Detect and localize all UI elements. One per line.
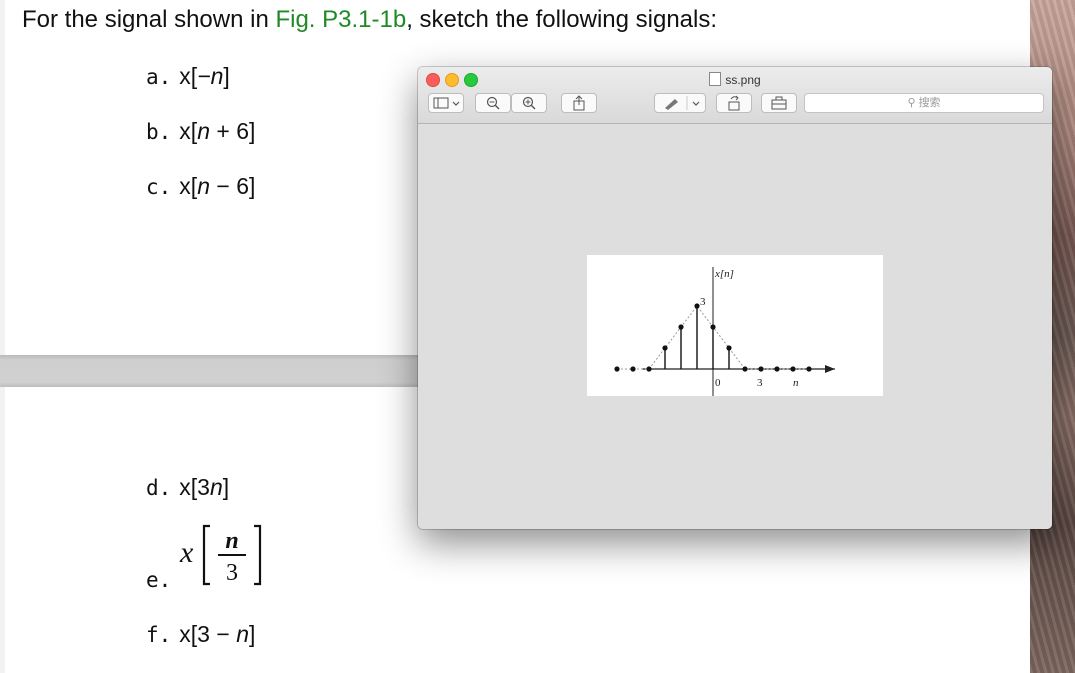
search-icon: ⚲ <box>907 97 919 109</box>
share-button[interactable] <box>561 93 597 113</box>
page-edge <box>0 0 5 673</box>
sample-point <box>806 366 812 372</box>
item-label: f. <box>146 623 172 647</box>
left-bracket <box>202 524 210 586</box>
sample-point <box>790 366 796 372</box>
item-c: c. x[n − 6] <box>146 173 255 200</box>
sample-point <box>630 366 636 372</box>
expr-part: x[ <box>179 63 198 89</box>
sidebar-toggle-button[interactable] <box>428 93 464 113</box>
sample-point <box>758 366 764 372</box>
search-placeholder: 搜索 <box>918 97 941 109</box>
expr-part: x[3 <box>179 474 210 500</box>
sample-point <box>678 324 684 330</box>
item-d: d. x[3n] <box>146 474 229 501</box>
expr-part: x[3 − <box>179 621 237 647</box>
expr-part: − 6] <box>209 173 256 199</box>
window-titlebar[interactable]: ss.png ⚲ 搜索 <box>418 67 1052 124</box>
expr-part: x[ <box>179 118 198 144</box>
sample-point <box>614 366 620 372</box>
item-a: a. x[−n] <box>146 63 230 90</box>
sidebar-icon <box>433 97 460 109</box>
figure-reference-link[interactable]: Fig. P3.1-1b <box>275 6 406 33</box>
toolbox-icon <box>771 96 787 110</box>
rotate-button[interactable] <box>716 93 752 113</box>
window-title: ss.png <box>418 72 1052 87</box>
title-prefix: For the signal shown in <box>22 6 276 33</box>
zoom-out-button[interactable] <box>475 93 511 113</box>
sample-point <box>662 345 668 351</box>
x-axis-label: n <box>793 377 799 389</box>
frac-den: 3 <box>226 560 238 586</box>
title-suffix: , sketch the following signals: <box>406 6 718 33</box>
sample-point <box>710 324 716 330</box>
zoom-in-button[interactable] <box>511 93 547 113</box>
stem-layer <box>614 267 835 396</box>
rotate-icon <box>728 95 740 111</box>
sample-point <box>774 366 780 372</box>
item-label: b. <box>146 120 172 144</box>
expr-part: ] <box>223 63 230 89</box>
expr-part: x[ <box>179 173 198 199</box>
window-title-text: ss.png <box>725 73 761 87</box>
expr-part: ] <box>249 621 256 647</box>
item-b: b. x[n + 6] <box>146 118 255 145</box>
fraction-expression: x n 3 <box>179 524 262 586</box>
sample-point <box>726 345 732 351</box>
x-axis-arrow <box>825 365 835 373</box>
sample-point <box>646 366 652 372</box>
pen-icon <box>665 96 700 110</box>
item-e: e. <box>146 566 179 593</box>
sample-point <box>694 303 700 309</box>
zoom-out-icon <box>486 96 500 110</box>
item-label: a. <box>146 65 172 89</box>
toolbox-button[interactable] <box>761 93 797 113</box>
expr-var: n <box>197 173 210 199</box>
expr-var: n <box>197 118 210 144</box>
sample-point <box>742 366 748 372</box>
y-axis-label: x[n] <box>714 268 734 280</box>
stem-plot: x[n] 3 0 3 n <box>614 267 835 396</box>
item-label: e. <box>146 568 172 592</box>
item-label: c. <box>146 175 172 199</box>
preview-window[interactable]: ss.png ⚲ 搜索 x[n] 3 0 3 n <box>418 67 1052 529</box>
question-title: For the signal shown in Fig. P3.1-1b, sk… <box>22 6 717 34</box>
frac-num: n <box>225 528 238 554</box>
expr-var: n <box>209 474 223 500</box>
markup-button[interactable] <box>654 93 706 113</box>
zoom-in-icon <box>522 96 536 110</box>
expr-part: ] <box>222 474 230 500</box>
frac-x: x <box>179 536 194 569</box>
x-tick-label: 3 <box>757 377 763 389</box>
item-f: f. x[3 − n] <box>146 621 255 648</box>
peak-label: 3 <box>700 296 706 308</box>
file-icon <box>709 72 722 86</box>
expr-var: −n <box>197 63 224 89</box>
expr-part: + 6] <box>209 118 256 144</box>
search-field[interactable]: ⚲ 搜索 <box>804 93 1044 113</box>
signal-figure: x[n] 3 0 3 n <box>587 255 883 396</box>
share-icon <box>573 95 585 111</box>
image-viewer-area[interactable]: x[n] 3 0 3 n <box>418 124 1052 529</box>
right-bracket <box>254 524 262 586</box>
x-tick-label: 0 <box>715 377 721 389</box>
expr-var: n <box>236 621 249 647</box>
item-label: d. <box>146 476 172 500</box>
